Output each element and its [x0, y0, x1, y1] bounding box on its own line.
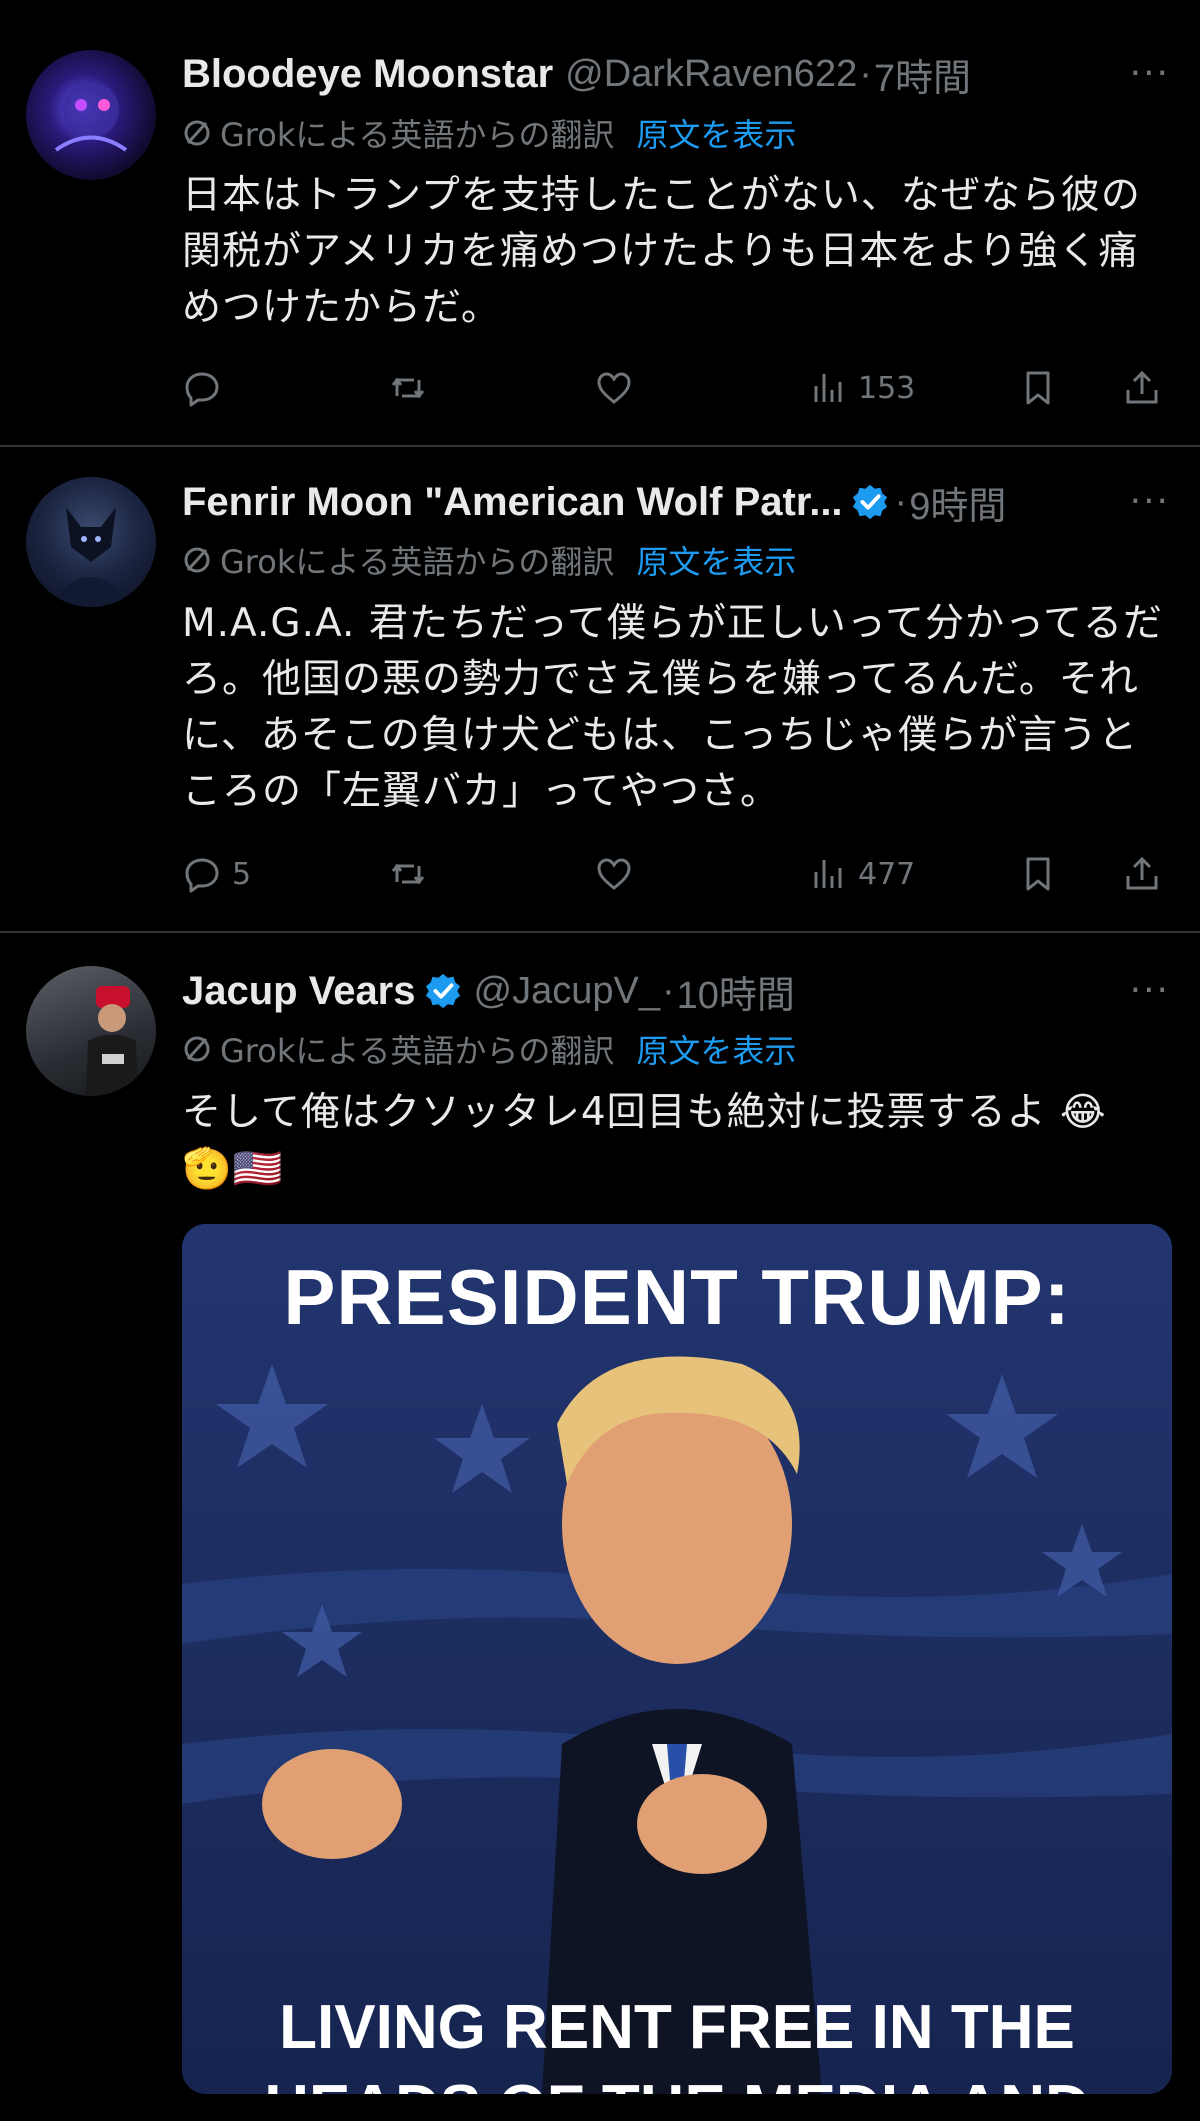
timestamp[interactable]: 10時間 [677, 964, 795, 1019]
bookmark-button[interactable] [1018, 844, 1058, 904]
avatar[interactable] [26, 966, 156, 1096]
verified-badge-icon [425, 973, 460, 1009]
verified-badge-icon [852, 484, 887, 520]
reply-button[interactable] [182, 358, 232, 418]
show-original-link[interactable]: 原文を表示 [636, 537, 796, 583]
views-button[interactable]: 153 [808, 358, 915, 418]
tweet-text: 日本はトランプを支持したことがない、なぜなら彼の関税がアメリカを痛めつけたよりも… [182, 173, 1141, 330]
show-original-link[interactable]: 原文を表示 [636, 1026, 796, 1072]
bookmark-icon [1026, 371, 1050, 405]
show-original-link[interactable]: 原文を表示 [636, 110, 796, 156]
more-icon[interactable]: ··· [1130, 474, 1170, 530]
user-handle[interactable]: @JacupV_ [474, 970, 660, 1013]
like-button[interactable] [594, 358, 634, 418]
tweet-media-image[interactable]: PRESIDENT TRUMP: LIVING RENT FREE IN THE… [182, 1224, 1172, 2094]
translation-notice: Grokによる英語からの翻訳 原文を表示 [182, 108, 796, 158]
timestamp[interactable]: 9時間 [909, 475, 1006, 530]
flag-background [182, 1224, 1172, 2094]
tweet-text: M.A.G.A. 君たちだって僕らが正しいって分かってるだろ。他国の悪の勢力でさ… [182, 601, 1163, 814]
avatar[interactable] [26, 477, 156, 607]
display-name[interactable]: Fenrir Moon "American Wolf Patr... [182, 480, 843, 525]
views-icon [814, 374, 842, 402]
translation-label: Grokによる英語からの翻訳 [220, 116, 615, 154]
bookmark-icon [1026, 857, 1050, 891]
views-count: 477 [858, 856, 916, 892]
translation-notice: Grokによる英語からの翻訳 原文を表示 [182, 1024, 796, 1074]
reply-count: 5 [232, 856, 252, 892]
bookmark-button[interactable] [1018, 358, 1058, 418]
heart-icon [597, 372, 631, 404]
tweet-header: Jacup Vears @JacupV_ · 10時間 ··· [182, 963, 1170, 1019]
translation-label: Grokによる英語からの翻訳 [220, 543, 615, 581]
share-icon [1126, 856, 1158, 890]
tweet-text-line: そして俺はクソッタレ4回目も絶対に投票するよ 😂 [182, 1090, 1107, 1135]
media-caption-bottom: LIVING RENT FREE IN THE HEADS OF THE MED… [264, 1993, 1090, 2094]
timestamp[interactable]: 7時間 [874, 47, 971, 102]
reply-icon [185, 372, 219, 407]
heart-icon [597, 858, 631, 890]
tweet-text: そして俺はクソッタレ4回目も絶対に投票するよ 😂 🫡🇺🇸 [182, 1085, 1172, 1197]
translate-slash-icon [184, 120, 210, 146]
user-handle[interactable]: @DarkRaven622 [565, 53, 857, 96]
timeline-feed: Bloodeye Moonstar @DarkRaven622 · 7時間 ··… [0, 0, 1200, 2121]
more-icon[interactable]: ··· [1130, 46, 1170, 102]
retweet-button[interactable] [388, 844, 428, 904]
retweet-button[interactable] [388, 358, 428, 418]
retweet-icon [391, 863, 425, 885]
action-bar: 5 477 [182, 844, 1172, 904]
translation-notice: Grokによる英語からの翻訳 原文を表示 [182, 535, 796, 585]
media-caption-top: PRESIDENT TRUMP: [283, 1253, 1071, 1341]
retweet-icon [391, 377, 425, 399]
reply-icon [185, 858, 219, 893]
share-button[interactable] [1122, 844, 1162, 904]
tweet-header: Fenrir Moon "American Wolf Patr... · 9時間… [182, 474, 1170, 530]
tweet-1[interactable]: Bloodeye Moonstar @DarkRaven622 · 7時間 ··… [0, 0, 1200, 445]
avatar[interactable] [26, 50, 156, 180]
views-count: 153 [858, 370, 916, 406]
views-icon [814, 860, 842, 888]
translation-label: Grokによる英語からの翻訳 [220, 1032, 615, 1070]
avatar-image [54, 82, 128, 152]
separator: · [661, 969, 675, 1012]
action-bar: 153 [182, 358, 1172, 418]
tweet-text-emoji-line: 🫡🇺🇸 [182, 1146, 284, 1192]
translate-slash-icon [184, 547, 210, 573]
views-button[interactable]: 477 [808, 844, 915, 904]
translate-slash-icon [184, 1036, 210, 1062]
reply-button[interactable]: 5 [182, 844, 251, 904]
avatar-image [86, 986, 138, 1096]
like-button[interactable] [594, 844, 634, 904]
more-icon[interactable]: ··· [1130, 963, 1170, 1019]
avatar-image [46, 507, 136, 607]
separator: · [859, 52, 872, 95]
share-button[interactable] [1122, 358, 1162, 418]
tweet-2[interactable]: Fenrir Moon "American Wolf Patr... · 9時間… [0, 447, 1200, 931]
display-name[interactable]: Bloodeye Moonstar [182, 52, 553, 97]
display-name[interactable]: Jacup Vears [182, 969, 416, 1014]
share-icon [1126, 370, 1158, 404]
separator: · [894, 480, 908, 523]
tweet-header: Bloodeye Moonstar @DarkRaven622 · 7時間 ··… [182, 46, 1170, 102]
